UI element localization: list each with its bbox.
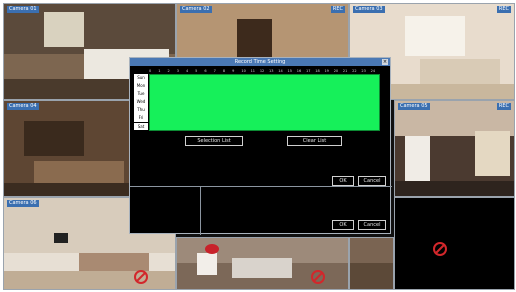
sofa	[232, 258, 292, 278]
floor	[395, 181, 514, 196]
record-time-setting-dialog: Record Time Setting × 0 1 2 3 4 5 6 7 8 …	[129, 57, 392, 235]
sofa	[420, 59, 500, 84]
window	[405, 16, 465, 56]
camera-label: Camera 04	[7, 103, 39, 110]
day-label[interactable]: Mon	[134, 82, 148, 90]
chair	[197, 253, 217, 275]
camera-label: Camera 02	[180, 6, 212, 13]
divider	[130, 186, 392, 187]
tv-wall	[24, 121, 84, 156]
sofa	[79, 253, 149, 271]
ok-button[interactable]: OK	[332, 176, 354, 186]
cancel-button[interactable]: Cancel	[358, 176, 386, 186]
flowers	[205, 244, 219, 254]
divider	[200, 186, 201, 235]
ok-button-2[interactable]: OK	[332, 220, 354, 230]
close-icon[interactable]: ×	[382, 59, 388, 65]
selection-list-button[interactable]: Selection List	[185, 136, 243, 146]
day-label[interactable]: Thu	[134, 106, 148, 114]
day-label[interactable]: Sun	[134, 74, 148, 82]
day-label[interactable]: Wed	[134, 98, 148, 106]
camera-tile-4[interactable]: Camera 04	[3, 100, 132, 197]
day-labels: Sun Mon Tue Wed Thu Fri Sat	[134, 74, 148, 131]
sofa	[34, 161, 124, 183]
no-signal-icon	[433, 242, 447, 256]
no-signal-icon	[134, 270, 148, 284]
floor	[4, 271, 175, 289]
camera-label: Camera 03	[353, 6, 385, 13]
record-status-badge: REC	[330, 6, 345, 13]
record-status-badge: REC	[496, 6, 511, 13]
day-label[interactable]: Sat	[134, 122, 148, 131]
cancel-button-2[interactable]: Cancel	[358, 220, 386, 230]
dialog-title: Record Time Setting	[130, 58, 390, 66]
tv	[54, 233, 68, 243]
clear-list-button[interactable]: Clear List	[287, 136, 342, 146]
window	[44, 12, 84, 47]
no-signal-icon	[311, 270, 325, 284]
camera-tile-9[interactable]	[394, 197, 515, 290]
camera-label: Camera 05	[398, 103, 430, 110]
camera-label: Camera 06	[7, 200, 39, 207]
day-label[interactable]: Tue	[134, 90, 148, 98]
window	[475, 131, 510, 176]
day-label[interactable]: Fri	[134, 114, 148, 122]
tv-wall	[405, 136, 430, 181]
camera-label: Camera 01	[7, 6, 39, 13]
camera-tile-8[interactable]	[349, 237, 394, 290]
record-status-badge: REC	[496, 103, 511, 110]
schedule-grid[interactable]	[149, 74, 380, 131]
camera-tile-5[interactable]: Camera 05 REC	[394, 100, 515, 197]
floor	[350, 263, 393, 289]
camera-tile-7[interactable]	[176, 237, 349, 290]
floor	[4, 183, 131, 196]
